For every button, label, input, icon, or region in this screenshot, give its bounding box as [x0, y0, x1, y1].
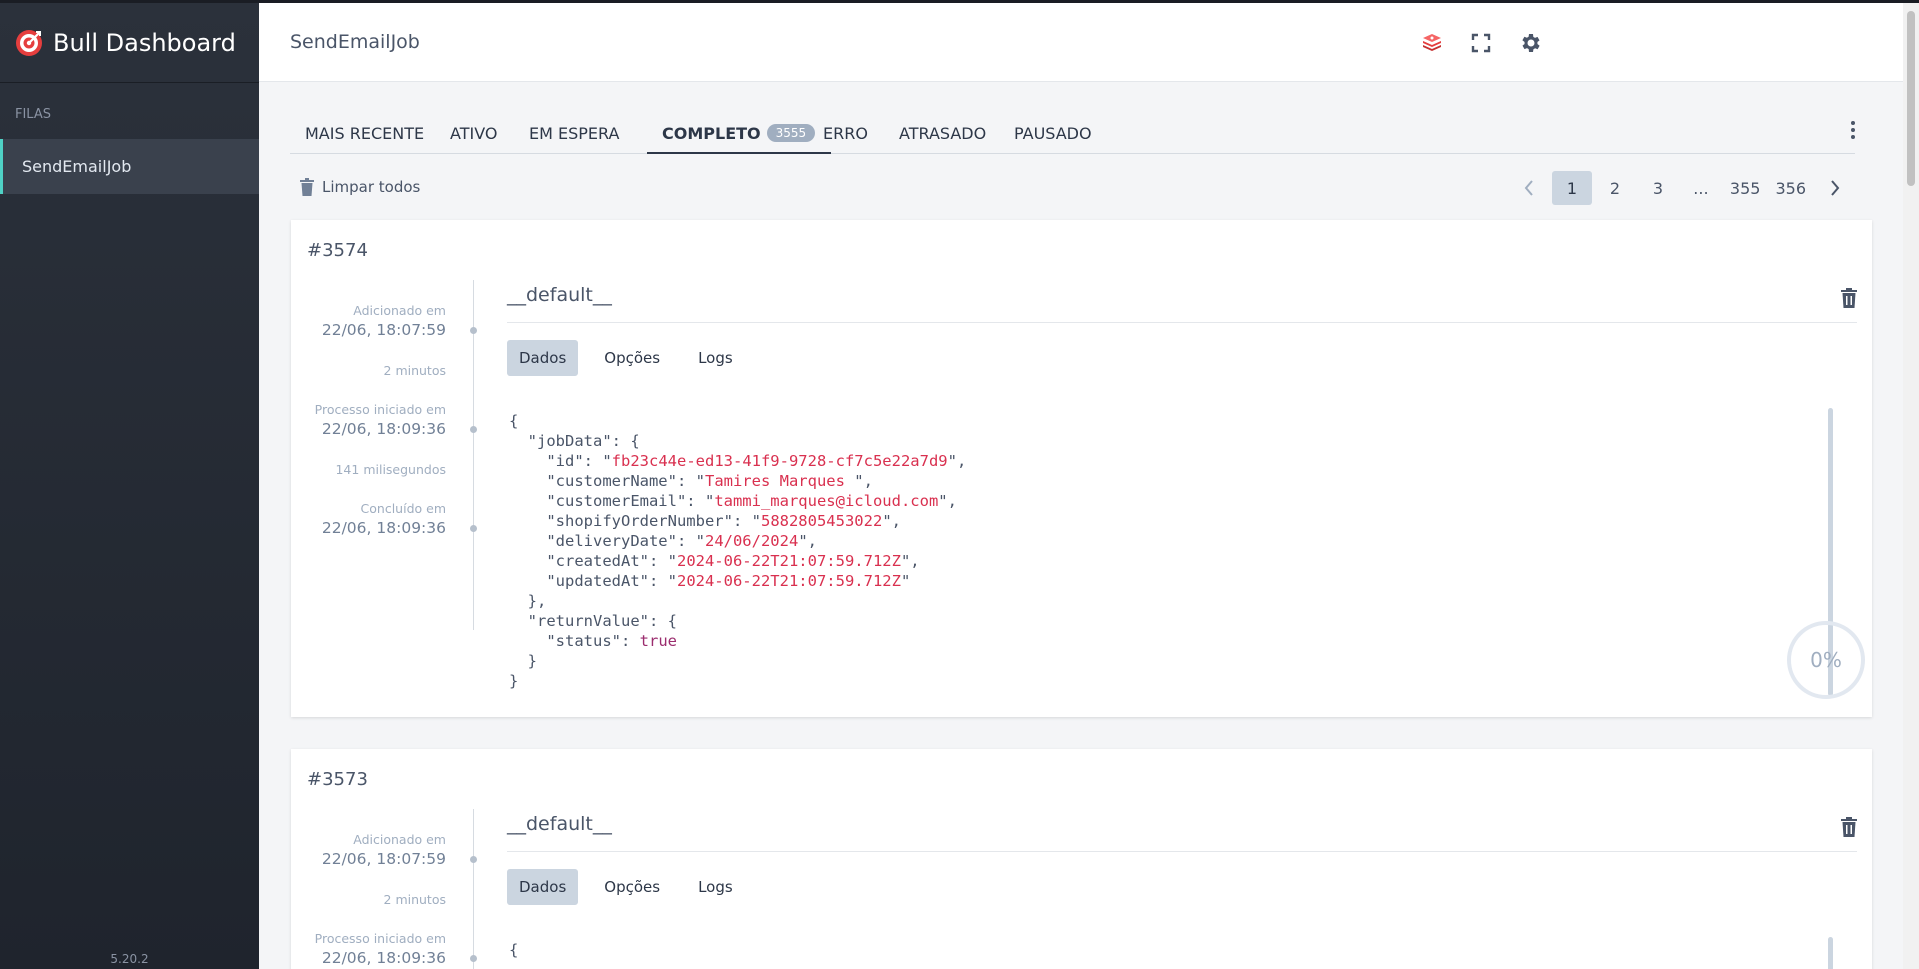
json-delivery-date: 24/06/2024	[704, 532, 799, 550]
json-id: fb23c44e-ed13-41f9-9728-cf7c5e22a7d9	[611, 452, 948, 470]
tab-dados[interactable]: Dados	[507, 869, 579, 905]
job-detail-tabs: Dados Opções Logs	[507, 869, 759, 905]
settings-icon[interactable]	[1518, 31, 1542, 55]
added-time: 22/06, 18:07:59	[321, 321, 446, 339]
timeline-line	[473, 809, 474, 969]
started-time: 22/06, 18:09:36	[321, 949, 446, 967]
divider	[507, 322, 1857, 323]
progress-value: 0%	[1810, 648, 1842, 672]
tab-logs[interactable]: Logs	[686, 869, 745, 905]
job-data-json: { "jobData": { "id": "fb23c44e-ed13-41f9…	[509, 412, 967, 690]
tab-dados[interactable]: Dados	[507, 340, 579, 376]
pagination: 1 2 3 ... 355 356	[1506, 170, 1855, 206]
timeline-dot	[470, 327, 477, 334]
page-355[interactable]: 355	[1724, 171, 1767, 205]
brand[interactable]: Bull Dashboard	[0, 3, 259, 83]
json-created-at: 2024-06-22T21:07:59.712Z	[676, 552, 901, 570]
toolbar: Limpar todos 1 2 3 ... 355 356	[290, 170, 1855, 210]
added-label: Adicionado em	[353, 303, 446, 318]
job-name: __default__	[507, 813, 612, 835]
fullscreen-icon[interactable]	[1469, 31, 1493, 55]
tab-em-espera[interactable]: EM ESPERA	[529, 118, 619, 154]
added-time: 22/06, 18:07:59	[321, 850, 446, 868]
delete-job-icon[interactable]	[1840, 288, 1858, 308]
job-id: #3573	[307, 769, 368, 790]
trash-icon	[300, 178, 314, 196]
started-time: 22/06, 18:09:36	[321, 420, 446, 438]
page-ellipsis[interactable]: ...	[1681, 171, 1721, 205]
process-duration: 141 milisegundos	[335, 462, 446, 477]
tab-label: COMPLETO	[662, 124, 761, 143]
finished-time: 22/06, 18:09:36	[321, 519, 446, 537]
added-label: Adicionado em	[353, 832, 446, 847]
job-card: #3574 Adicionado em 22/06, 18:07:59 2 mi…	[291, 220, 1872, 717]
tab-erro[interactable]: ERRO	[823, 118, 868, 154]
timeline-dot	[470, 955, 477, 962]
job-data-json: {	[509, 941, 519, 959]
header: SendEmailJob	[259, 3, 1919, 82]
clean-all-label: Limpar todos	[322, 178, 421, 196]
code-scrollbar[interactable]	[1828, 937, 1833, 969]
tab-atrasado[interactable]: ATRASADO	[899, 118, 986, 154]
brand-title: Bull Dashboard	[53, 28, 236, 57]
page-scroll-thumb[interactable]	[1907, 11, 1915, 186]
json-customer-name: Tamires Marques	[704, 472, 855, 490]
window-top-border	[0, 0, 1919, 3]
app-version: 5.20.2	[110, 952, 149, 966]
sidebar: Bull Dashboard FILAS SendEmailJob 5.20.2	[0, 3, 259, 969]
redis-icon[interactable]	[1420, 31, 1444, 55]
page-1[interactable]: 1	[1551, 171, 1592, 205]
page-title: SendEmailJob	[290, 31, 420, 53]
count-badge: 3555	[766, 124, 816, 142]
job-detail-tabs: Dados Opções Logs	[507, 340, 759, 376]
started-label: Processo iniciado em	[314, 931, 446, 946]
timeline-dot	[470, 525, 477, 532]
queues-section-label: FILAS	[15, 107, 51, 122]
sidebar-item-label: SendEmailJob	[22, 157, 132, 176]
job-card: #3573 Adicionado em 22/06, 18:07:59 2 mi…	[291, 749, 1872, 969]
tab-logs[interactable]: Logs	[686, 340, 745, 376]
tab-opcoes[interactable]: Opções	[592, 340, 672, 376]
job-id: #3574	[307, 240, 368, 261]
timeline-dot	[470, 426, 477, 433]
more-options-icon[interactable]	[1843, 118, 1863, 142]
sidebar-item-sendemailjob[interactable]: SendEmailJob	[0, 139, 259, 194]
json-order-number: 5882805453022	[760, 512, 883, 530]
wait-duration: 2 minutos	[383, 363, 446, 378]
status-tabs: MAIS RECENTE ATIVO EM ESPERA COMPLETO 355…	[290, 118, 1855, 154]
clean-all-button[interactable]: Limpar todos	[300, 178, 420, 196]
json-status: true	[639, 632, 677, 650]
delete-job-icon[interactable]	[1840, 817, 1858, 837]
tab-pausado[interactable]: PAUSADO	[1014, 118, 1092, 154]
next-page-icon[interactable]	[1815, 171, 1855, 205]
page-356[interactable]: 356	[1769, 171, 1812, 205]
wait-duration: 2 minutos	[383, 892, 446, 907]
main-content: MAIS RECENTE ATIVO EM ESPERA COMPLETO 355…	[259, 82, 1899, 969]
bull-logo-icon	[16, 29, 42, 56]
finished-label: Concluído em	[360, 501, 446, 516]
page-scrollbar[interactable]	[1903, 3, 1919, 969]
json-customer-email: tammi_marques@icloud.com	[714, 492, 939, 510]
divider	[507, 851, 1857, 852]
prev-page-icon[interactable]	[1509, 171, 1549, 205]
job-name: __default__	[507, 284, 612, 306]
tab-opcoes[interactable]: Opções	[592, 869, 672, 905]
started-label: Processo iniciado em	[314, 402, 446, 417]
tab-ativo[interactable]: ATIVO	[450, 118, 497, 154]
tab-completo[interactable]: COMPLETO 3555	[647, 118, 832, 154]
timeline-dot	[470, 856, 477, 863]
json-updated-at: 2024-06-22T21:07:59.712Z	[676, 572, 901, 590]
page-2[interactable]: 2	[1595, 171, 1635, 205]
page-3[interactable]: 3	[1638, 171, 1678, 205]
tab-mais-recente[interactable]: MAIS RECENTE	[305, 118, 424, 154]
